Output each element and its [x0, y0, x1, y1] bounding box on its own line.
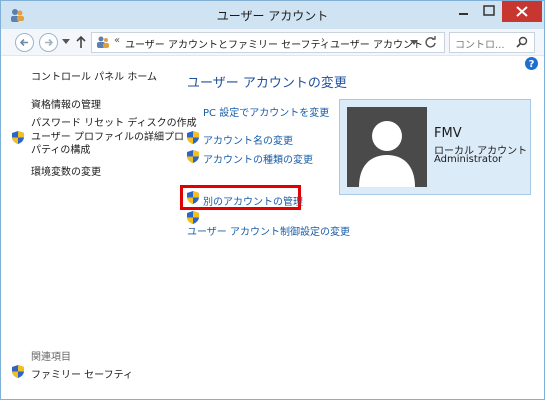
manage-credentials-link[interactable]: 資格情報の管理: [31, 96, 101, 111]
account-role-label: Administrator: [434, 154, 503, 165]
up-arrow-icon[interactable]: [75, 35, 87, 49]
search-field[interactable]: コントロ...: [449, 32, 535, 53]
breadcrumb-family-safety[interactable]: ユーザー アカウントとファミリー セーフティ: [125, 36, 330, 51]
related-section-title: 関連項目: [31, 352, 71, 363]
password-reset-disk-link[interactable]: パスワード リセット ディスクの作成: [31, 114, 197, 129]
change-account-type-link[interactable]: アカウントの種類の変更: [203, 151, 313, 166]
user-name: FMV: [434, 126, 462, 141]
back-arrow-icon: [19, 38, 28, 47]
page-title: ユーザー アカウントの変更: [187, 76, 347, 91]
address-dropdown-chevron-icon[interactable]: [410, 40, 418, 46]
address-bar[interactable]: « ユーザー アカウントとファミリー セーフティ › ユーザー アカウント: [91, 32, 445, 53]
change-account-name-link[interactable]: アカウント名の変更: [203, 132, 293, 147]
navigation-bar: « ユーザー アカウントとファミリー セーフティ › ユーザー アカウント コン…: [1, 29, 544, 56]
avatar: [347, 107, 427, 187]
control-panel-home-link[interactable]: コントロール パネル ホーム: [31, 68, 157, 83]
back-button[interactable]: [15, 33, 34, 52]
title-bar[interactable]: ユーザー アカウント: [1, 1, 544, 29]
maximize-icon: [483, 5, 495, 16]
user-accounts-window: ユーザー アカウント « ユーザー アカウントとファミリー セーフティ › ユー…: [0, 0, 545, 400]
recent-pages-chevron-icon[interactable]: [62, 39, 70, 45]
forward-button[interactable]: [39, 33, 58, 52]
uac-shield-icon: [187, 191, 199, 204]
user-account-card: FMV ローカル アカウント Administrator: [339, 99, 531, 195]
uac-shield-icon: [187, 131, 199, 144]
search-placeholder: コントロ...: [455, 40, 505, 51]
manage-another-account-link[interactable]: 別のアカウントの管理: [203, 193, 303, 208]
family-safety-link[interactable]: ファミリー セーフティ: [31, 366, 133, 381]
environment-variables-link[interactable]: 環境変数の変更: [31, 163, 101, 178]
uac-shield-icon: [12, 131, 24, 144]
close-button[interactable]: [502, 1, 542, 22]
user-silhouette-icon: [359, 121, 415, 187]
minimize-button[interactable]: [450, 1, 476, 22]
forward-arrow-icon: [45, 38, 54, 47]
breadcrumb-separator: ›: [321, 35, 325, 46]
change-in-pc-settings-link[interactable]: PC 設定でアカウントを変更: [203, 104, 329, 119]
minimize-icon: [459, 13, 468, 15]
maximize-button[interactable]: [476, 1, 502, 22]
advanced-profile-properties-link[interactable]: ユーザー プロファイルの詳細プロパティの構成: [31, 131, 191, 157]
breadcrumb-overflow[interactable]: «: [114, 35, 120, 46]
uac-shield-icon: [187, 150, 199, 163]
close-icon: [516, 6, 528, 17]
family-safety-icon: [12, 365, 24, 378]
svg-text:?: ?: [529, 59, 535, 70]
help-icon[interactable]: ?: [525, 57, 538, 70]
refresh-icon[interactable]: [424, 36, 437, 49]
search-icon[interactable]: [516, 36, 528, 48]
control-panel-icon: [97, 36, 109, 48]
uac-settings-link[interactable]: ユーザー アカウント制御設定の変更: [187, 223, 350, 238]
